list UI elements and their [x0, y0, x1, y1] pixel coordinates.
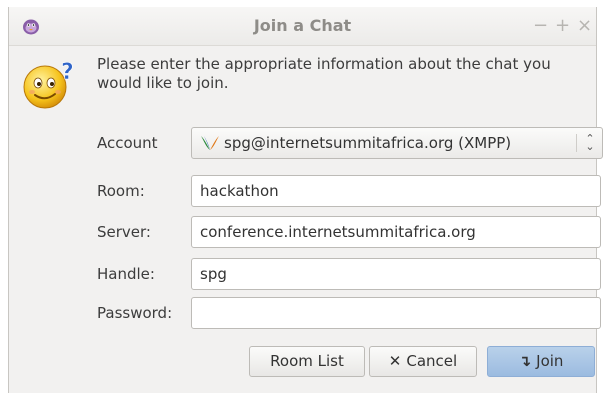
maximize-button[interactable]: + [555, 15, 570, 36]
close-button[interactable]: × [577, 15, 592, 36]
cancel-button[interactable]: ✕ Cancel [369, 346, 477, 377]
cancel-icon: ✕ [388, 352, 402, 370]
svg-text:?: ? [61, 60, 74, 85]
join-chat-window: Join a Chat − + × ? Please enter the app… [8, 7, 603, 393]
password-label: Password: [97, 304, 173, 322]
room-list-label: Room List [270, 352, 344, 370]
account-label: Account [97, 134, 158, 152]
account-value: spg@internetsummitafrica.org (XMPP) [224, 134, 512, 152]
join-label: Join [536, 352, 564, 370]
combo-separator [576, 134, 577, 152]
room-list-button[interactable]: Room List [249, 346, 365, 377]
combo-arrows-icon[interactable]: ⌃ ⌄ [584, 128, 596, 152]
server-input[interactable]: conference.internetsummitafrica.org [191, 216, 601, 248]
minimize-button[interactable]: − [533, 15, 548, 36]
window-title: Join a Chat [253, 16, 352, 35]
confused-smiley-icon: ? [23, 60, 74, 109]
handle-input[interactable]: spg [191, 258, 601, 290]
xmpp-icon [201, 136, 219, 150]
join-icon: ↴ [518, 352, 532, 370]
room-label: Room: [97, 182, 145, 200]
password-input[interactable] [191, 297, 601, 329]
intro-text: Please enter the appropriate information… [97, 55, 551, 92]
account-select[interactable]: spg@internetsummitafrica.org (XMPP) ⌃ ⌄ [191, 127, 603, 159]
handle-label: Handle: [97, 265, 155, 283]
cancel-label: Cancel [406, 352, 458, 370]
room-input[interactable]: hackathon [191, 175, 601, 207]
server-label: Server: [97, 223, 151, 241]
title-bar[interactable]: Join a Chat − + × [9, 7, 596, 46]
join-button[interactable]: ↴ Join [487, 346, 595, 377]
